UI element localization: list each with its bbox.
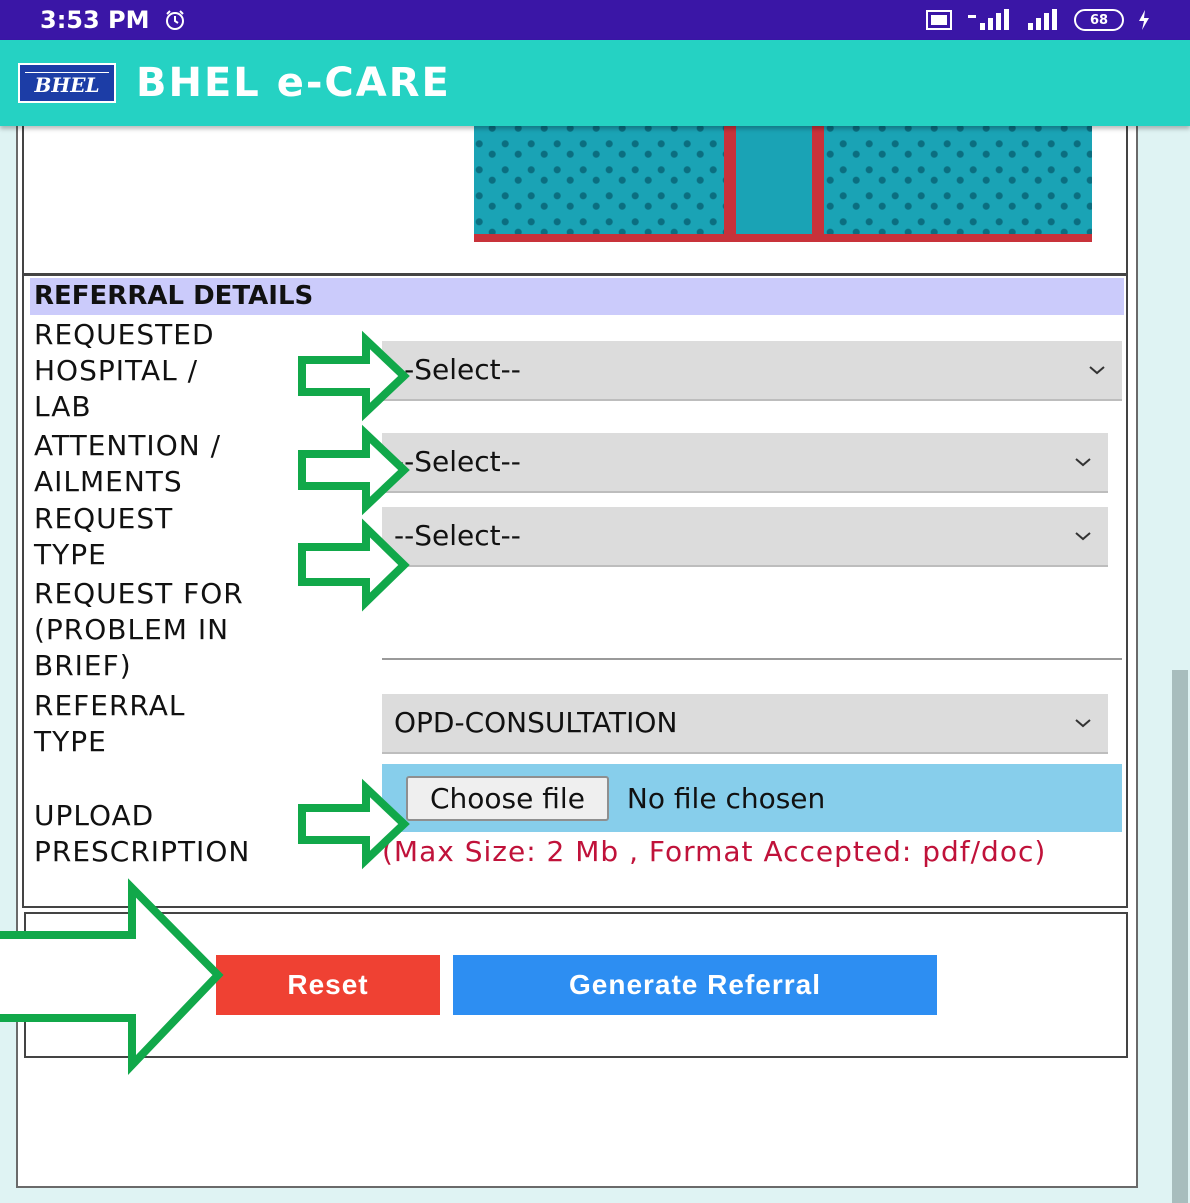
app-bar: BHEL BHEL e-CARE — [0, 40, 1190, 126]
scrollbar[interactable] — [1172, 670, 1188, 1203]
patient-photo — [474, 110, 1092, 242]
request-for-input[interactable] — [382, 658, 1122, 660]
ailment-select-value: --Select-- — [394, 445, 521, 478]
bhel-logo: BHEL — [18, 63, 116, 103]
logo-text: BHEL — [34, 72, 100, 97]
upload-hint: (Max Size: 2 Mb , Format Accepted: pdf/d… — [382, 835, 1047, 868]
upload-area: Choose file No file chosen — [382, 764, 1122, 832]
signal-icon — [1028, 9, 1057, 30]
ailment-label: ATTENTION / AILMENTS — [34, 429, 222, 498]
hospital-label: REQUESTED HOSPITAL / LAB — [34, 318, 215, 423]
choose-file-button[interactable]: Choose file — [406, 775, 609, 821]
request-for-label: REQUEST FOR (PROBLEM IN BRIEF) — [34, 577, 244, 682]
alarm-icon — [165, 10, 184, 30]
referral-type-select[interactable]: OPD-CONSULTATION — [382, 694, 1108, 754]
status-left: 3:53 PM — [40, 6, 186, 34]
chevron-down-icon — [1089, 366, 1105, 375]
referral-type-select-value: OPD-CONSULTATION — [394, 706, 678, 739]
hospital-select[interactable]: --Select-- — [382, 341, 1122, 401]
volte-icon — [926, 10, 952, 30]
app-title: BHEL e-CARE — [136, 60, 451, 106]
chevron-down-icon — [1075, 532, 1091, 541]
generate-referral-button[interactable]: Generate Referral — [453, 955, 937, 1015]
status-right: 68 — [926, 9, 1150, 31]
reset-button[interactable]: Reset — [216, 955, 440, 1015]
status-time: 3:53 PM — [40, 6, 150, 34]
referral-type-label: REFERRAL TYPE — [34, 689, 186, 758]
status-bar: 3:53 PM 68 — [0, 0, 1190, 40]
no-file-text: No file chosen — [626, 781, 826, 815]
section-header: REFERRAL DETAILS — [30, 278, 1124, 315]
chevron-down-icon — [1075, 458, 1091, 467]
charging-icon — [1139, 10, 1149, 30]
upload-label: UPLOAD PRESCRIPTION — [34, 799, 251, 868]
hospital-select-value: --Select-- — [394, 353, 521, 386]
request-type-select-value: --Select-- — [394, 519, 521, 552]
request-type-label: REQUEST TYPE — [34, 502, 174, 571]
ailment-select[interactable]: --Select-- — [382, 433, 1108, 493]
request-type-select[interactable]: --Select-- — [382, 507, 1108, 567]
chevron-down-icon — [1075, 719, 1091, 728]
signal-4g-icon — [968, 9, 1009, 30]
battery-icon: 68 — [1074, 9, 1124, 31]
